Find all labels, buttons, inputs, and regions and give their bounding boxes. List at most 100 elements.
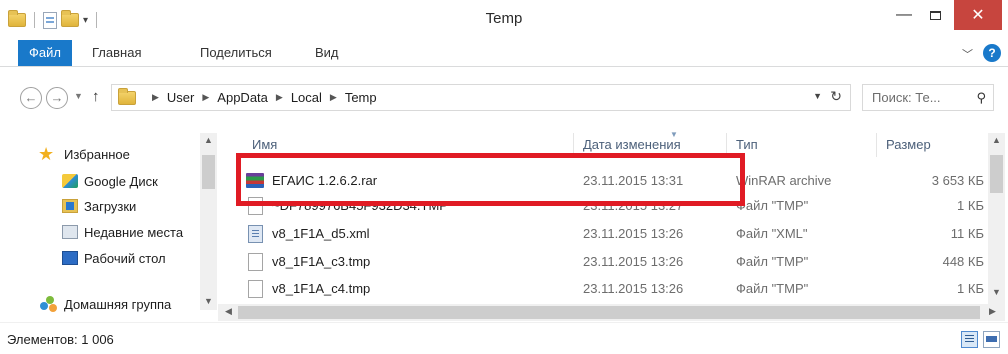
properties-icon[interactable] bbox=[43, 11, 57, 29]
breadcrumb-separator[interactable]: ▶ bbox=[330, 92, 337, 103]
ribbon: Файл Главная Поделиться Вид ﹀ ? bbox=[0, 40, 1008, 67]
tmp-file-icon bbox=[248, 280, 263, 298]
file-list-horizontal-scrollbar[interactable]: ◀ ▶ bbox=[218, 304, 1005, 321]
google-drive-icon bbox=[62, 174, 78, 188]
item-count: Элементов: 1 006 bbox=[7, 332, 114, 347]
tab-home[interactable]: Главная bbox=[92, 40, 141, 66]
file-date: 23.11.2015 13:26 bbox=[583, 281, 684, 296]
chevron-down-icon[interactable]: ▼ bbox=[813, 91, 822, 101]
large-icons-view-icon[interactable] bbox=[983, 331, 1000, 348]
file-date: 23.11.2015 13:26 bbox=[583, 226, 684, 241]
nav-item-label: Рабочий стол bbox=[84, 250, 166, 266]
title-bar: ▾ Temp — ✕ bbox=[0, 0, 1008, 40]
tmp-file-icon bbox=[248, 253, 263, 271]
scroll-left-icon[interactable]: ◀ bbox=[220, 306, 237, 317]
file-row[interactable]: v8_1F1A_c4.tmp 23.11.2015 13:26 Файл "TM… bbox=[218, 275, 988, 303]
file-name: v8_1F1A_d5.xml bbox=[272, 226, 370, 241]
file-row[interactable]: v8_1F1A_c3.tmp 23.11.2015 13:26 Файл "TM… bbox=[218, 248, 988, 276]
xml-file-icon bbox=[248, 225, 263, 243]
status-bar: Элементов: 1 006 bbox=[0, 322, 1008, 354]
expand-ribbon-icon[interactable]: ﹀ bbox=[962, 46, 973, 62]
recent-locations-icon[interactable]: ▼ bbox=[74, 91, 83, 101]
window-title: Temp bbox=[485, 10, 523, 27]
column-header-type[interactable]: Тип bbox=[736, 137, 758, 152]
search-placeholder: Поиск: Те... bbox=[872, 90, 941, 105]
nav-item-label: Google Диск bbox=[84, 173, 158, 189]
address-row: ← → ▼ ↑ ▶ User ▶ AppData ▶ Local ▶ Temp … bbox=[0, 67, 1008, 133]
nav-item-favorites[interactable]: ★ Избранное bbox=[0, 143, 130, 165]
quick-access-toolbar: ▾ bbox=[8, 9, 101, 31]
file-name: v8_1F1A_c3.tmp bbox=[272, 254, 371, 269]
details-view-icon[interactable] bbox=[961, 331, 978, 348]
toolbar-divider bbox=[96, 12, 98, 28]
folder-icon bbox=[118, 87, 136, 105]
file-type: Файл "TMP" bbox=[736, 198, 809, 213]
nav-item-downloads[interactable]: Загрузки bbox=[62, 195, 136, 217]
close-button[interactable]: ✕ bbox=[954, 0, 1002, 30]
column-divider[interactable] bbox=[876, 133, 877, 157]
scroll-up-icon[interactable]: ▲ bbox=[988, 135, 1005, 145]
toolbar-divider bbox=[34, 12, 35, 28]
scrollbar-thumb[interactable] bbox=[202, 155, 215, 189]
file-type: Файл "XML" bbox=[736, 226, 808, 241]
navigation-pane: ★ Избранное Google Диск Загрузки Недавни… bbox=[0, 133, 218, 312]
file-name: v8_1F1A_c4.tmp bbox=[272, 281, 371, 296]
help-icon[interactable]: ? bbox=[983, 44, 1001, 62]
customize-toolbar-icon[interactable]: ▾ bbox=[83, 15, 88, 26]
forward-button[interactable]: → bbox=[46, 87, 68, 109]
file-date: 23.11.2015 13:26 bbox=[583, 254, 684, 269]
homegroup-icon bbox=[40, 296, 58, 312]
highlight-box bbox=[236, 153, 745, 206]
tab-view[interactable]: Вид bbox=[315, 40, 339, 66]
scroll-right-icon[interactable]: ▶ bbox=[984, 306, 1001, 317]
new-folder-icon[interactable] bbox=[61, 10, 79, 27]
file-size: 3 653 КБ bbox=[931, 173, 984, 188]
search-icon[interactable]: ⚲ bbox=[976, 85, 986, 110]
nav-item-homegroup[interactable]: Домашняя группа bbox=[0, 293, 171, 315]
breadcrumb-separator[interactable]: ▶ bbox=[276, 92, 283, 103]
folder-icon bbox=[8, 10, 26, 27]
scroll-up-icon[interactable]: ▲ bbox=[200, 135, 217, 145]
nav-item-label: Загрузки bbox=[84, 198, 137, 214]
nav-item-label: Избранное bbox=[64, 146, 130, 162]
scrollbar-thumb[interactable] bbox=[990, 155, 1003, 193]
scrollbar-thumb[interactable] bbox=[238, 306, 980, 319]
refresh-icon[interactable]: ↻ bbox=[830, 88, 842, 105]
tab-share[interactable]: Поделиться bbox=[200, 40, 272, 66]
breadcrumb-separator[interactable]: ▶ bbox=[202, 92, 209, 103]
scroll-down-icon[interactable]: ▼ bbox=[988, 287, 1005, 297]
downloads-folder-icon bbox=[62, 199, 78, 213]
nav-item-label: Домашняя группа bbox=[64, 296, 172, 312]
nav-item-google-drive[interactable]: Google Диск bbox=[62, 170, 158, 192]
file-type: Файл "TMP" bbox=[736, 281, 809, 296]
breadcrumb-local[interactable]: Local bbox=[291, 90, 322, 105]
file-type: Файл "TMP" bbox=[736, 254, 809, 269]
back-button[interactable]: ← bbox=[20, 87, 42, 109]
column-header-date[interactable]: Дата изменения bbox=[583, 137, 681, 152]
breadcrumb-separator[interactable]: ▶ bbox=[152, 92, 159, 103]
search-input[interactable]: Поиск: Те... ⚲ bbox=[862, 84, 994, 111]
maximize-button[interactable] bbox=[920, 0, 950, 30]
file-size: 448 КБ bbox=[942, 254, 984, 269]
nav-item-recent-places[interactable]: Недавние места bbox=[62, 221, 183, 243]
tab-file[interactable]: Файл bbox=[18, 40, 72, 66]
file-size: 1 КБ bbox=[957, 281, 984, 296]
up-button[interactable]: ↑ bbox=[92, 88, 100, 105]
column-header-size[interactable]: Размер bbox=[886, 137, 931, 152]
nav-item-desktop[interactable]: Рабочий стол bbox=[62, 247, 166, 269]
minimize-button[interactable]: — bbox=[890, 0, 918, 30]
breadcrumb-temp[interactable]: Temp bbox=[345, 90, 377, 105]
breadcrumb-user[interactable]: User bbox=[167, 90, 194, 105]
recent-places-icon bbox=[62, 225, 78, 239]
file-list-vertical-scrollbar[interactable]: ▲ ▼ bbox=[988, 133, 1005, 304]
file-size: 11 КБ bbox=[950, 226, 984, 241]
file-row[interactable]: v8_1F1A_d5.xml 23.11.2015 13:26 Файл "XM… bbox=[218, 220, 988, 248]
navigation-scrollbar[interactable]: ▲ ▼ bbox=[200, 133, 217, 310]
breadcrumb-appdata[interactable]: AppData bbox=[217, 90, 268, 105]
address-bar[interactable]: ▶ User ▶ AppData ▶ Local ▶ Temp ▼ ↻ bbox=[111, 84, 851, 111]
column-header-name[interactable]: Имя bbox=[252, 137, 277, 152]
scroll-down-icon[interactable]: ▼ bbox=[200, 296, 217, 306]
file-size: 1 КБ bbox=[957, 198, 984, 213]
file-type: WinRAR archive bbox=[736, 173, 832, 188]
nav-item-label: Недавние места bbox=[84, 224, 184, 240]
